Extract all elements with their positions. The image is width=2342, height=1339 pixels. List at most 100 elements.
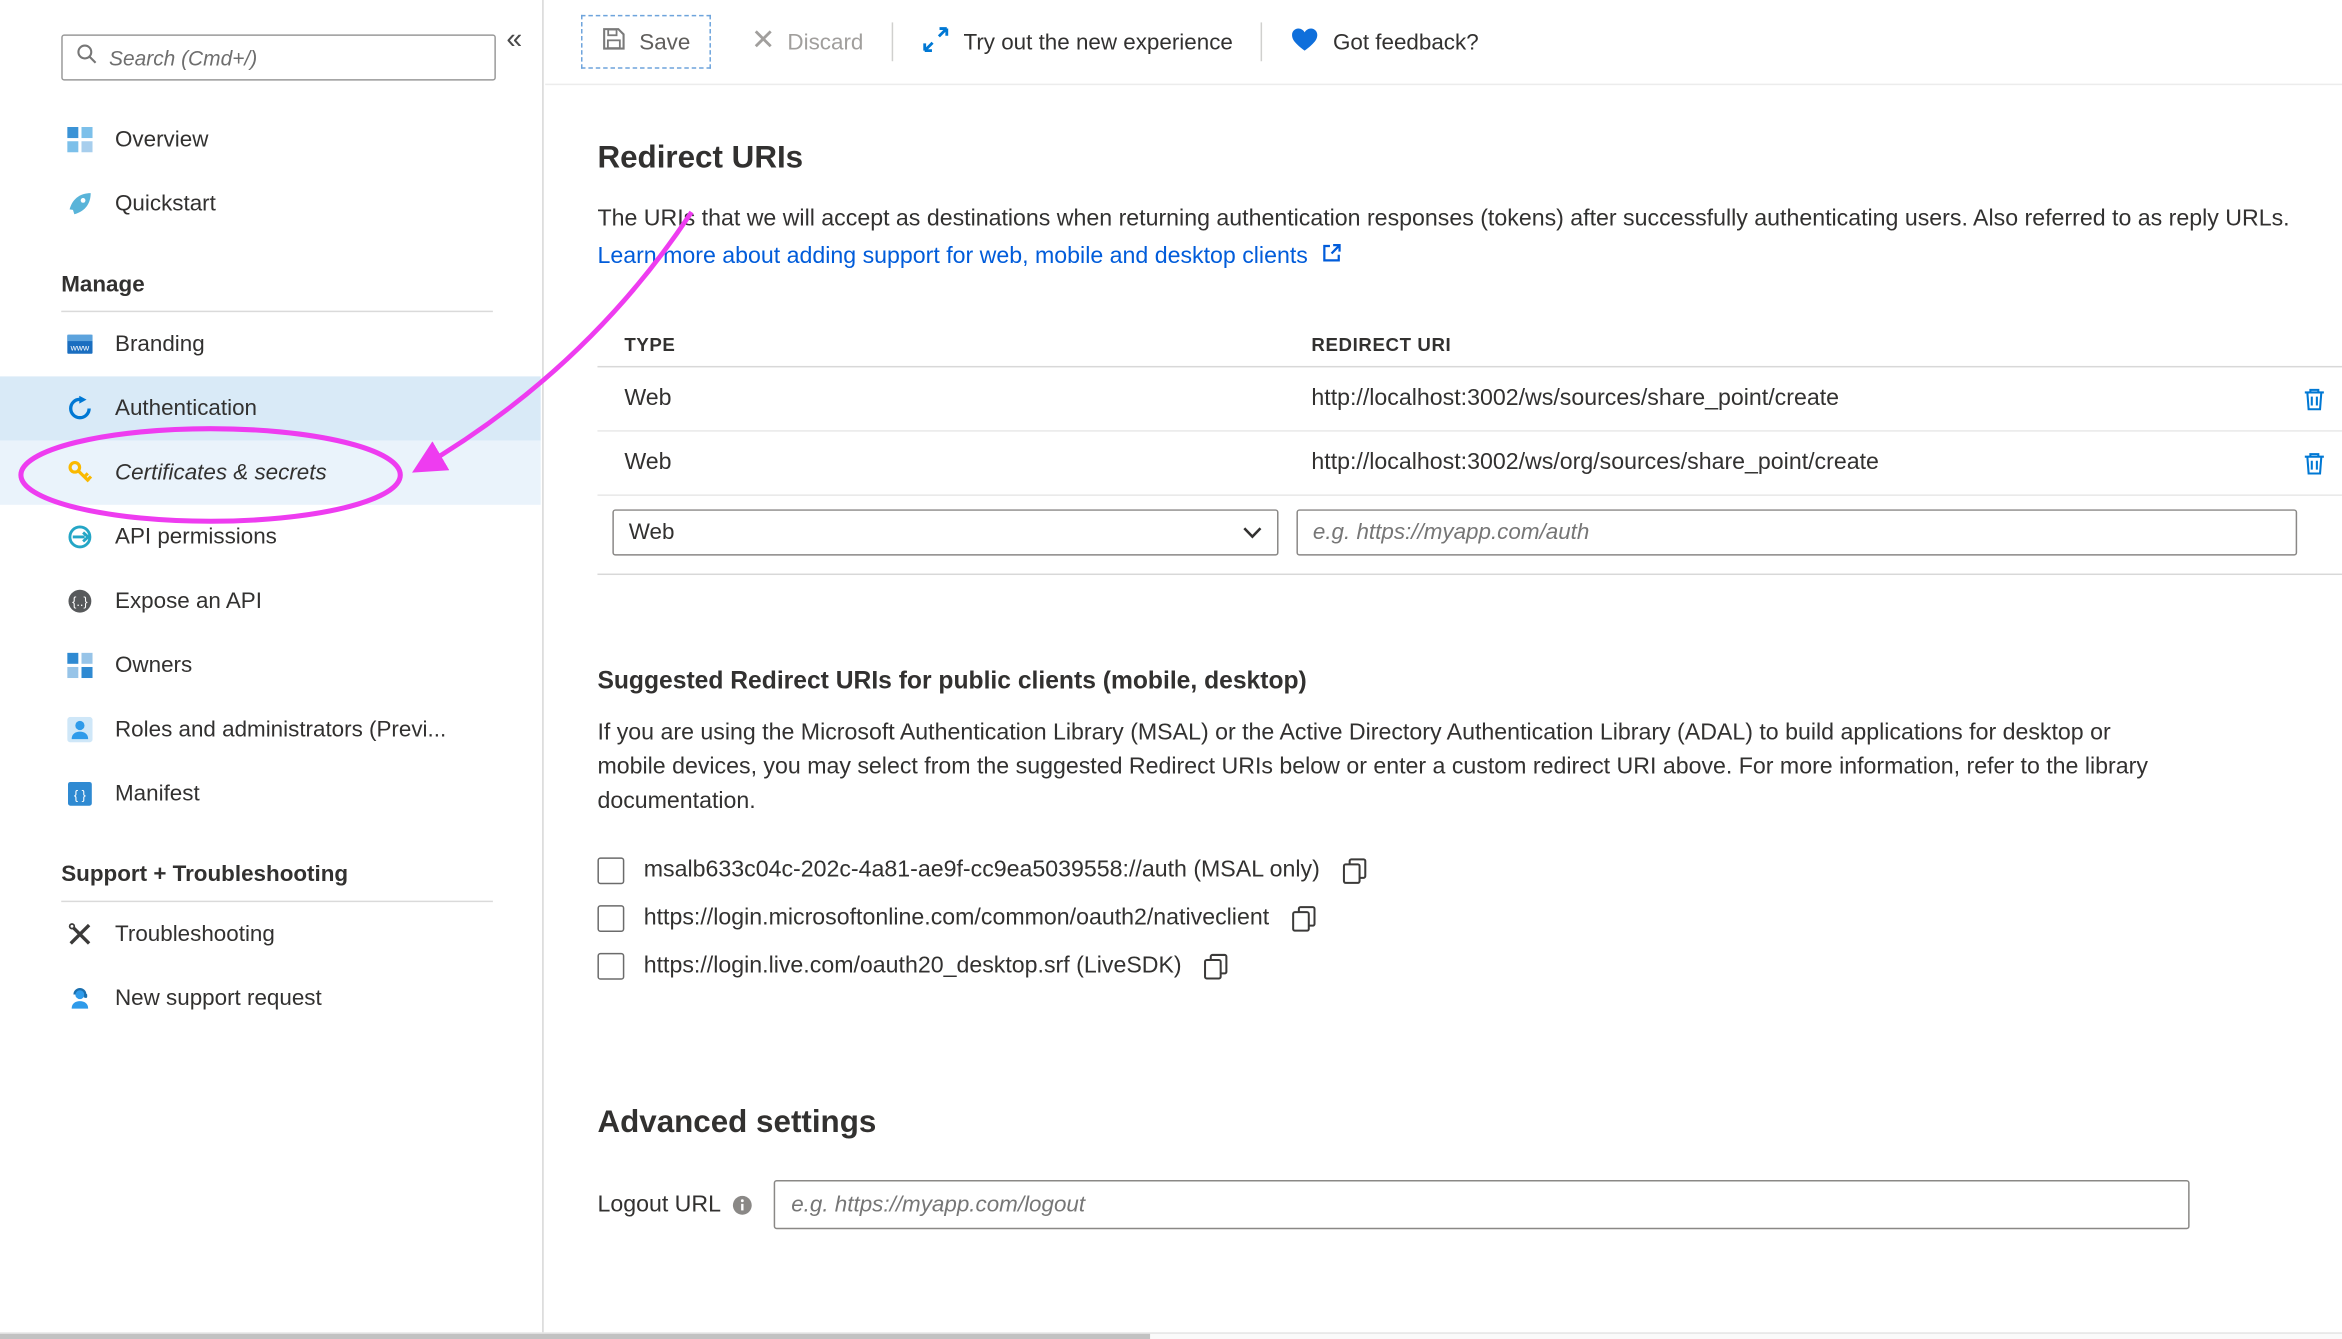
sidebar-item-new-support-request[interactable]: New support request xyxy=(0,966,541,1030)
suggested-uris-title: Suggested Redirect URIs for public clien… xyxy=(597,668,2342,696)
sidebar-item-label: Branding xyxy=(115,332,205,357)
sidebar-item-label: Certificates & secrets xyxy=(115,460,327,485)
sidebar: « Overview Quickstart Manage www xyxy=(0,0,544,1339)
try-new-experience-label: Try out the new experience xyxy=(963,29,1232,54)
suggested-uri-label: https://login.live.com/oauth20_desktop.s… xyxy=(644,953,1182,980)
sidebar-item-authentication[interactable]: Authentication xyxy=(0,376,541,440)
sidebar-item-label: Overview xyxy=(115,127,208,152)
sidebar-item-label: Owners xyxy=(115,653,192,678)
horizontal-scrollbar xyxy=(0,1332,2342,1339)
copy-icon[interactable] xyxy=(1203,953,1230,980)
api-permissions-icon xyxy=(67,524,92,549)
toolbar-divider xyxy=(1261,22,1262,61)
sidebar-item-roles-administrators[interactable]: Roles and administrators (Previ... xyxy=(0,698,541,762)
support-request-icon xyxy=(67,986,92,1011)
learn-more-link[interactable]: Learn more about adding support for web,… xyxy=(597,242,1342,272)
search-input[interactable] xyxy=(109,46,481,70)
sidebar-item-quickstart[interactable]: Quickstart xyxy=(0,172,541,236)
discard-x-icon xyxy=(753,28,774,55)
search-icon xyxy=(76,43,97,71)
sidebar-item-owners[interactable]: Owners xyxy=(0,633,541,697)
redirect-type-select[interactable]: Web xyxy=(612,509,1278,555)
branding-icon: www xyxy=(67,332,92,357)
sidebar-item-manifest[interactable]: { } Manifest xyxy=(0,762,541,826)
suggested-uri-options: msalb633c04c-202c-4a81-ae9f-cc9ea5039558… xyxy=(597,854,2342,982)
troubleshooting-icon xyxy=(67,922,92,947)
sidebar-item-api-permissions[interactable]: API permissions xyxy=(0,505,541,569)
sidebar-item-label: Quickstart xyxy=(115,191,216,216)
page-title: Redirect URIs xyxy=(597,140,2342,176)
suggested-uri-checkbox[interactable] xyxy=(597,905,624,932)
sidebar-item-label: Roles and administrators (Previ... xyxy=(115,717,446,742)
manifest-icon: { } xyxy=(67,781,92,806)
feedback-button[interactable]: Got feedback? xyxy=(1291,26,1479,57)
svg-text:{..}: {..} xyxy=(72,595,88,609)
suggested-uri-row: msalb633c04c-202c-4a81-ae9f-cc9ea5039558… xyxy=(597,854,2342,887)
uri-value-cell: http://localhost:3002/ws/sources/share_p… xyxy=(1311,385,2276,412)
sidebar-item-expose-api[interactable]: {..} Expose an API xyxy=(0,569,541,633)
authentication-icon xyxy=(67,396,92,421)
command-bar: Save Discard Try out the new experience … xyxy=(545,0,2342,85)
sidebar-item-label: Troubleshooting xyxy=(115,922,275,947)
heart-icon xyxy=(1291,26,1319,57)
azure-portal-page: « Overview Quickstart Manage www xyxy=(0,0,2342,1339)
suggested-uri-checkbox[interactable] xyxy=(597,953,624,980)
switch-arrows-icon xyxy=(922,25,950,59)
logout-url-input[interactable] xyxy=(773,1180,2189,1229)
sidebar-section-support: Support + Troubleshooting xyxy=(0,826,541,901)
sidebar-item-troubleshooting[interactable]: Troubleshooting xyxy=(0,902,541,966)
copy-icon[interactable] xyxy=(1290,905,1317,932)
svg-text:www: www xyxy=(70,343,90,353)
column-header-type: TYPE xyxy=(597,334,1311,355)
learn-more-label: Learn more about adding support for web,… xyxy=(597,243,1307,270)
new-redirect-uri-input[interactable] xyxy=(1296,509,2297,555)
sidebar-collapse-button[interactable]: « xyxy=(506,24,522,57)
horizontal-scrollbar-thumb[interactable] xyxy=(0,1334,1150,1339)
sidebar-nav: Overview Quickstart Manage www Branding xyxy=(0,108,541,1031)
quickstart-icon xyxy=(67,191,92,216)
trash-icon[interactable] xyxy=(2302,450,2327,477)
try-new-experience-button[interactable]: Try out the new experience xyxy=(922,25,1233,59)
uri-value-cell: http://localhost:3002/ws/org/sources/sha… xyxy=(1311,450,2276,477)
main-content: Redirect URIs The URIs that we will acce… xyxy=(545,87,2342,1339)
logout-url-row: Logout URL xyxy=(597,1180,2342,1229)
trash-icon[interactable] xyxy=(2302,385,2327,412)
sidebar-item-label: Manifest xyxy=(115,781,200,806)
uri-type-cell: Web xyxy=(597,450,1311,477)
table-header-row: TYPE REDIRECT URI xyxy=(597,323,2342,368)
table-row: Web http://localhost:3002/ws/sources/sha… xyxy=(597,367,2342,431)
sidebar-item-branding[interactable]: www Branding xyxy=(0,312,541,376)
suggested-uris-description: If you are using the Microsoft Authentic… xyxy=(597,715,2183,818)
save-icon xyxy=(602,27,626,57)
overview-icon xyxy=(67,127,92,152)
sidebar-item-label: Authentication xyxy=(115,396,257,421)
discard-button[interactable]: Discard xyxy=(753,28,863,55)
logout-url-label: Logout URL xyxy=(597,1191,721,1218)
copy-icon[interactable] xyxy=(1341,857,1368,884)
suggested-uri-label: msalb633c04c-202c-4a81-ae9f-cc9ea5039558… xyxy=(644,857,1320,884)
sidebar-item-label: New support request xyxy=(115,986,322,1011)
feedback-label: Got feedback? xyxy=(1333,29,1479,54)
save-button[interactable]: Save xyxy=(581,15,711,69)
owners-icon xyxy=(67,653,92,678)
discard-label: Discard xyxy=(787,29,863,54)
uri-type-cell: Web xyxy=(597,385,1311,412)
suggested-uri-row: https://login.live.com/oauth20_desktop.s… xyxy=(597,950,2342,983)
expose-api-icon: {..} xyxy=(67,588,92,613)
toolbar-divider xyxy=(892,22,893,61)
sidebar-item-label: API permissions xyxy=(115,524,277,549)
redirect-type-selected-value: Web xyxy=(629,520,675,545)
column-header-redirect-uri: REDIRECT URI xyxy=(1311,334,2276,355)
new-redirect-uri-row: Web xyxy=(597,496,2342,575)
sidebar-item-overview[interactable]: Overview xyxy=(0,108,541,172)
sidebar-section-manage: Manage xyxy=(0,236,541,311)
suggested-uri-label: https://login.microsoftonline.com/common… xyxy=(644,905,1269,932)
sidebar-item-certificates-secrets[interactable]: Certificates & secrets xyxy=(0,441,541,505)
sidebar-item-label: Expose an API xyxy=(115,588,262,613)
sidebar-search xyxy=(61,34,496,80)
suggested-uri-checkbox[interactable] xyxy=(597,857,624,884)
svg-text:{ }: { } xyxy=(74,789,87,803)
roles-icon xyxy=(67,717,92,742)
chevron-down-icon xyxy=(1243,520,1262,545)
suggested-uri-row: https://login.microsoftonline.com/common… xyxy=(597,902,2342,935)
